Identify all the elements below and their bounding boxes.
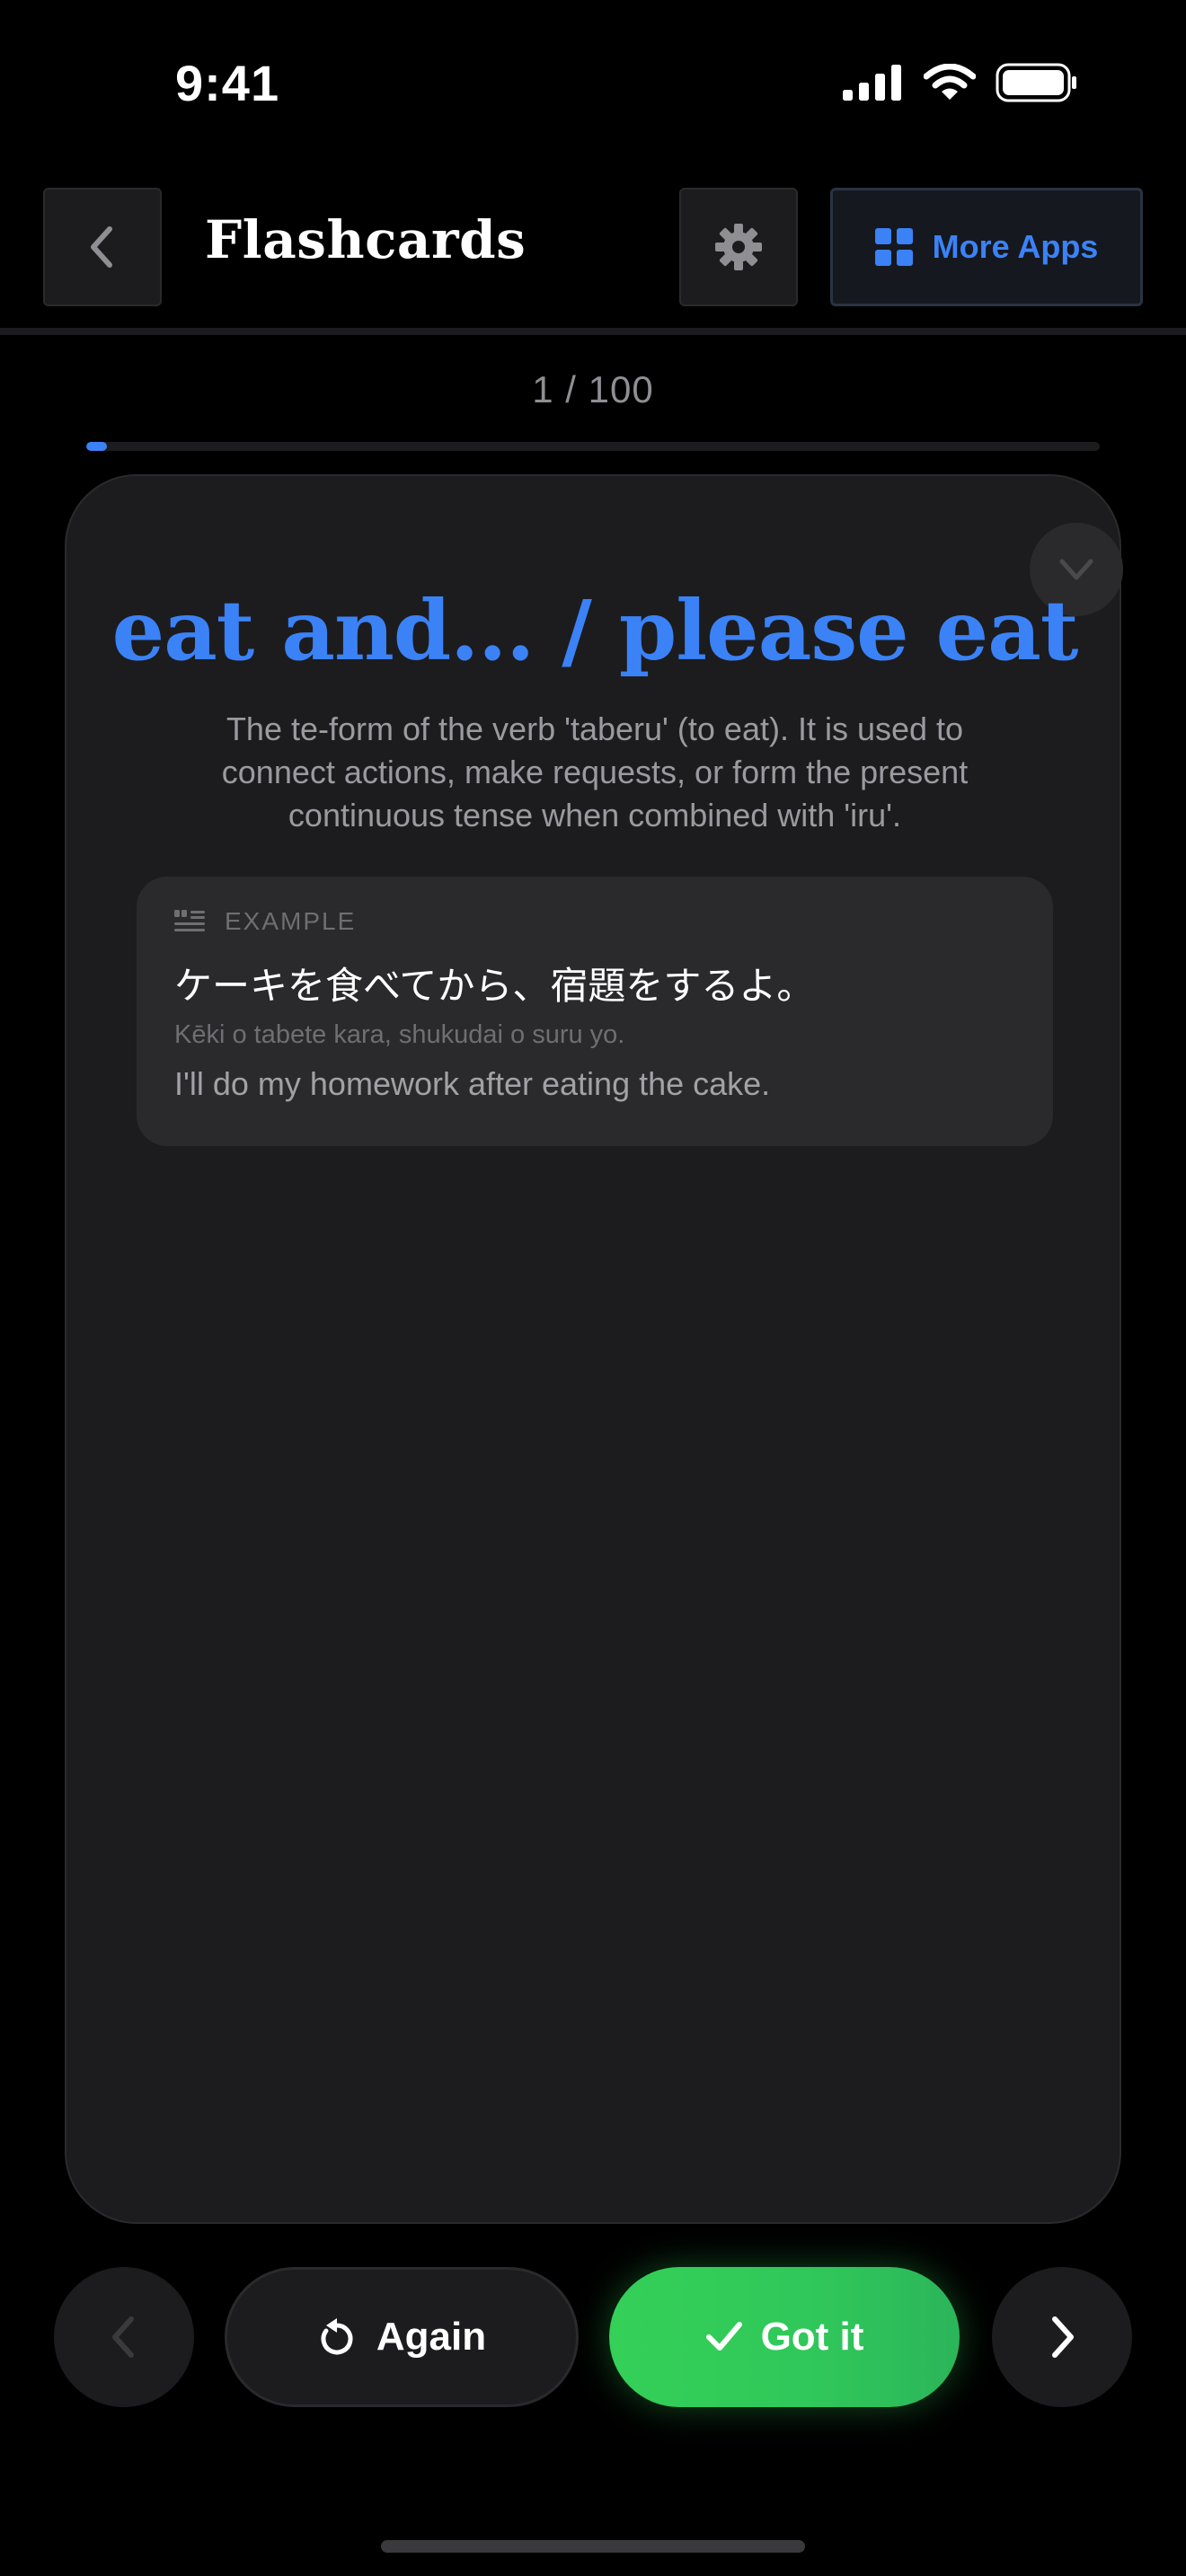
flashcard[interactable]: eat and... / please eat The te-form of t… — [65, 474, 1123, 2224]
example-japanese: ケーキを食べてから、宿題をするよ。 — [174, 964, 815, 1008]
got-it-button[interactable]: Got it — [609, 2267, 960, 2407]
got-it-label: Got it — [760, 2315, 864, 2359]
grid-icon — [874, 228, 913, 266]
example-romaji: Kēki o tabete kara, shukudai o suru yo. — [174, 1020, 625, 1049]
gear-icon — [715, 224, 762, 270]
quote-icon — [174, 910, 205, 931]
card-controls: Again Got it — [0, 2267, 1186, 2411]
example-box: EXAMPLE ケーキを食べてから、宿題をするよ。 Kēki o tabete … — [137, 877, 1053, 1146]
progress-fill — [86, 442, 107, 451]
refresh-icon — [321, 2318, 353, 2355]
header-divider — [0, 328, 1186, 335]
status-time: 9:41 — [175, 55, 280, 111]
battery-icon — [996, 63, 1076, 102]
page-title: Flashcards — [205, 209, 527, 270]
back-button[interactable] — [43, 188, 162, 306]
next-card-button[interactable] — [992, 2267, 1132, 2407]
chevron-left-icon — [91, 226, 112, 268]
more-apps-button[interactable]: More Apps — [830, 188, 1143, 306]
chevron-down-icon — [1059, 559, 1093, 580]
checkmark-icon — [705, 2322, 742, 2351]
card-definition: The te-form of the verb 'taberu' (to eat… — [221, 710, 969, 834]
wifi-icon — [924, 64, 976, 100]
progress-bar — [86, 442, 1100, 451]
home-indicator — [381, 2540, 805, 2553]
chevron-right-icon — [1052, 2316, 1074, 2358]
example-label: EXAMPLE — [225, 907, 357, 935]
again-button[interactable]: Again — [225, 2267, 579, 2407]
card-term: eat and... / please eat — [111, 582, 1079, 679]
more-apps-label: More Apps — [932, 228, 1099, 265]
example-header: EXAMPLE — [174, 907, 356, 936]
settings-button[interactable] — [679, 188, 798, 306]
chevron-left-icon — [112, 2316, 134, 2358]
example-english: I'll do my homework after eating the cak… — [174, 1065, 771, 1102]
app-header: Flashcards More Apps — [0, 184, 1186, 314]
status-icons — [843, 63, 1078, 102]
previous-card-button[interactable] — [54, 2267, 194, 2407]
progress-counter: 1 / 100 — [532, 368, 654, 410]
again-label: Again — [376, 2315, 487, 2359]
signal-icon — [843, 65, 901, 101]
status-bar: 9:41 — [0, 0, 1186, 171]
